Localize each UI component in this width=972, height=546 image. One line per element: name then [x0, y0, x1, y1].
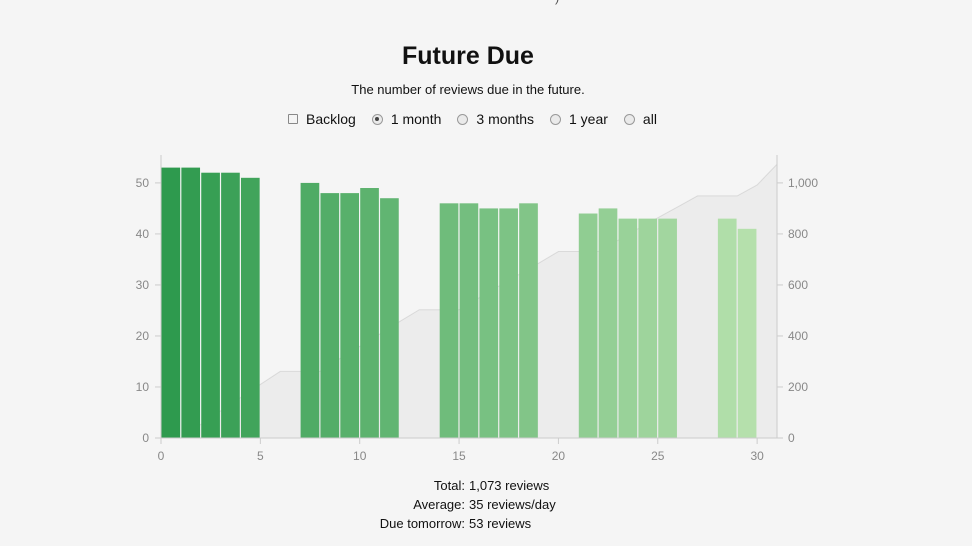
bar [638, 218, 658, 438]
y-left-tick-label: 30 [136, 278, 150, 292]
range-controls: Backlog 1 month 3 months 1 year all [288, 111, 673, 127]
range-option-label: all [642, 111, 657, 127]
bar [519, 203, 538, 438]
y-left-tick-label: 10 [136, 380, 150, 394]
future-due-page: ) Future Due The number of reviews due i… [0, 0, 972, 546]
stat-average: Average: 35 reviews/day [0, 497, 972, 516]
bar [499, 208, 518, 438]
bar [479, 208, 499, 438]
y-right-tick-label: 800 [788, 227, 808, 241]
stat-due-tomorrow: Due tomorrow: 53 reviews [0, 516, 972, 535]
future-due-chart: 0 5 10 15 20 25 30 0 10 20 30 40 50 0 200 400 600 800 1,00… [136, 155, 818, 463]
bar [181, 167, 201, 438]
bar [439, 203, 459, 438]
stat-due-tomorrow-label: Due tomorrow: [379, 516, 465, 531]
bar [459, 203, 479, 438]
bar [201, 172, 220, 439]
bar [618, 218, 638, 438]
top-text-fragment: ) [555, 0, 559, 5]
y-right-tick-label: 600 [788, 278, 808, 292]
bar [240, 177, 260, 439]
range-option-3-months[interactable]: 3 months [457, 111, 534, 127]
bar [380, 198, 399, 438]
y-left-tick-label: 0 [142, 431, 149, 445]
stat-total-label: Total: [433, 478, 465, 493]
bar [658, 218, 677, 438]
stat-total: Total: 1,073 reviews [0, 478, 972, 497]
range-option-1-year[interactable]: 1 year [550, 111, 608, 127]
range-option-label: 1 year [569, 111, 608, 127]
y-left-tick-label: 20 [136, 329, 150, 343]
bar [300, 182, 320, 438]
checkbox-icon[interactable] [288, 114, 298, 124]
bar [320, 193, 340, 438]
chart-title: Future Due [402, 42, 534, 70]
radio-icon[interactable] [457, 113, 469, 125]
x-tick-label: 5 [257, 449, 264, 463]
bar [737, 228, 757, 438]
radio-selected-icon[interactable] [371, 113, 383, 125]
x-tick-label: 15 [452, 449, 466, 463]
bar [340, 193, 360, 438]
y-left-tick-label: 50 [136, 176, 150, 190]
backlog-label: Backlog [306, 111, 356, 127]
range-option-all[interactable]: all [623, 111, 657, 127]
x-tick-label: 30 [750, 449, 764, 463]
bar [717, 218, 737, 438]
range-option-label: 1 month [390, 111, 442, 127]
range-option-1-month[interactable]: 1 month [371, 111, 442, 127]
radio-icon[interactable] [550, 113, 561, 125]
bar [360, 188, 379, 438]
bar [598, 208, 618, 438]
bar [221, 172, 240, 439]
stat-average-label: Average: [413, 497, 465, 512]
y-left-tick-label: 40 [136, 227, 150, 241]
summary-stats: Total: 1,073 reviews Average: 35 reviews… [0, 478, 972, 535]
y-right-tick-label: 400 [788, 329, 808, 343]
y-right-tick-label: 200 [788, 380, 808, 394]
stat-due-tomorrow-value: 53 reviews [469, 516, 532, 531]
y-right-tick-label: 1,000 [788, 176, 818, 190]
x-tick-label: 25 [651, 449, 665, 463]
backlog-checkbox[interactable]: Backlog [288, 111, 356, 127]
chart-subtitle: The number of reviews due in the future. [351, 82, 585, 97]
x-tick-label: 0 [158, 449, 165, 463]
y-right-tick-label: 0 [788, 431, 795, 445]
bar [161, 167, 181, 438]
range-option-label: 3 months [476, 111, 534, 127]
stat-total-value: 1,073 reviews [469, 478, 550, 493]
stat-average-value: 35 reviews/day [469, 497, 556, 512]
x-tick-label: 20 [552, 449, 566, 463]
x-tick-label: 10 [353, 449, 367, 463]
radio-icon[interactable] [623, 113, 635, 125]
bar [578, 213, 598, 438]
